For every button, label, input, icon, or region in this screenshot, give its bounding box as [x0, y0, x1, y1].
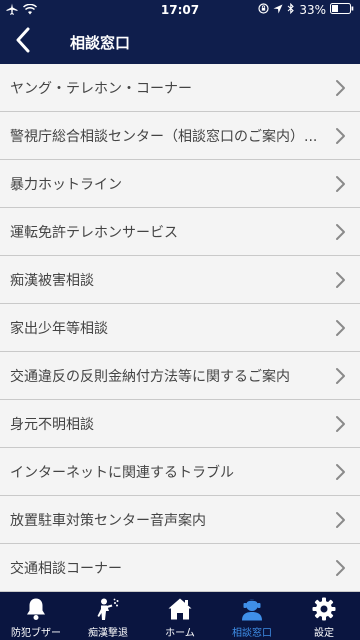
- tab-molester-repel[interactable]: 痴漢撃退: [72, 592, 144, 640]
- list-item-violence-hotline[interactable]: 暴力ホットライン: [0, 160, 360, 208]
- list-item-label: 家出少年等相談: [10, 320, 108, 337]
- tab-bar: 防犯ブザー 痴漢撃退 ホーム 相談窓口 設定: [0, 592, 360, 640]
- gear-icon: [311, 597, 337, 621]
- chevron-right-icon: [336, 416, 345, 432]
- page-title: 相談窓口: [70, 34, 131, 52]
- tab-home[interactable]: ホーム: [144, 592, 216, 640]
- chevron-right-icon: [336, 224, 345, 240]
- list-item-label: 痴漢被害相談: [10, 272, 94, 289]
- battery-icon: [330, 3, 354, 17]
- consultation-list: ヤング・テレホン・コーナー 警視庁総合相談センター（相談窓口のご案内）... 暴…: [0, 64, 360, 592]
- battery-percent: 33%: [299, 3, 326, 17]
- list-item-label: 交通相談コーナー: [10, 560, 122, 577]
- list-item-label: 身元不明相談: [10, 416, 94, 433]
- list-item-runaway-youth[interactable]: 家出少年等相談: [0, 304, 360, 352]
- list-item-traffic-consultation[interactable]: 交通相談コーナー: [0, 544, 360, 592]
- list-item-license-telephone-service[interactable]: 運転免許テレホンサービス: [0, 208, 360, 256]
- status-right: 33%: [258, 2, 354, 17]
- list-item-label: 暴力ホットライン: [10, 176, 122, 193]
- spray-icon: [95, 597, 121, 621]
- tab-label: 設定: [314, 628, 334, 639]
- chevron-right-icon: [336, 320, 345, 336]
- nav-header: 相談窓口: [0, 20, 360, 64]
- tab-label: 防犯ブザー: [11, 628, 61, 639]
- list-item-label: 放置駐車対策センター音声案内: [10, 512, 206, 529]
- list-item-internet-trouble[interactable]: インターネットに関連するトラブル: [0, 448, 360, 496]
- chevron-right-icon: [336, 80, 345, 96]
- list-item-young-telephone[interactable]: ヤング・テレホン・コーナー: [0, 64, 360, 112]
- list-item-label: 交通違反の反則金納付方法等に関するご案内: [10, 368, 290, 385]
- bluetooth-icon: [287, 2, 295, 17]
- list-item-unidentified-person[interactable]: 身元不明相談: [0, 400, 360, 448]
- tab-consultation[interactable]: 相談窓口: [216, 592, 288, 640]
- tab-label: ホーム: [165, 628, 195, 639]
- back-button[interactable]: [8, 24, 38, 60]
- chevron-right-icon: [336, 512, 345, 528]
- list-item-label: 運転免許テレホンサービス: [10, 224, 178, 241]
- list-item-label: インターネットに関連するトラブル: [10, 464, 234, 481]
- chevron-right-icon: [336, 560, 345, 576]
- list-item-label: 警視庁総合相談センター（相談窓口のご案内）...: [10, 128, 318, 145]
- list-item-illegal-parking-audio[interactable]: 放置駐車対策センター音声案内: [0, 496, 360, 544]
- orientation-lock-icon: [258, 3, 269, 17]
- list-item-traffic-fine-payment[interactable]: 交通違反の反則金納付方法等に関するご案内: [0, 352, 360, 400]
- location-icon: [273, 3, 283, 17]
- bell-icon: [23, 597, 49, 621]
- tab-label: 相談窓口: [232, 628, 272, 639]
- status-bar: 17:07 33%: [0, 0, 360, 20]
- chevron-right-icon: [336, 368, 345, 384]
- list-item-general-consultation-center[interactable]: 警視庁総合相談センター（相談窓口のご案内）...: [0, 112, 360, 160]
- list-item-label: ヤング・テレホン・コーナー: [10, 80, 192, 97]
- person-icon: [239, 597, 265, 621]
- list-item-molestation-consultation[interactable]: 痴漢被害相談: [0, 256, 360, 304]
- chevron-right-icon: [336, 128, 345, 144]
- tab-settings[interactable]: 設定: [288, 592, 360, 640]
- tab-crime-buzzer[interactable]: 防犯ブザー: [0, 592, 72, 640]
- chevron-left-icon: [15, 27, 31, 57]
- chevron-right-icon: [336, 176, 345, 192]
- chevron-right-icon: [336, 464, 345, 480]
- home-icon: [167, 597, 193, 621]
- chevron-right-icon: [336, 272, 345, 288]
- tab-label: 痴漢撃退: [88, 628, 128, 639]
